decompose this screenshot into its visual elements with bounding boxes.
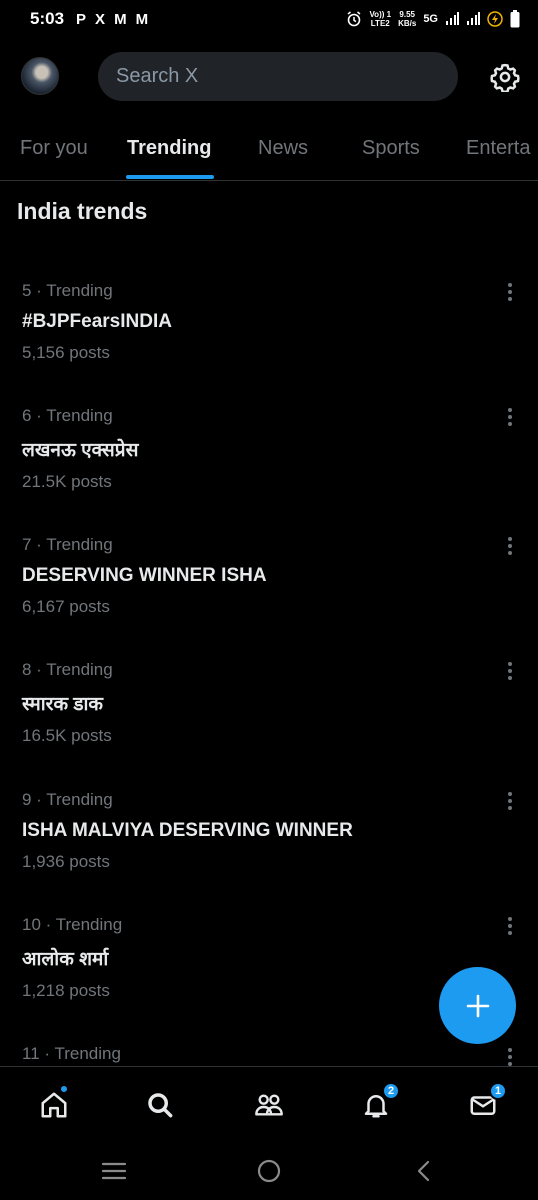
trend-rank: 9 · Trending (22, 790, 113, 809)
status-app-icons: P X M M (76, 11, 148, 28)
plus-icon (466, 994, 489, 1017)
more-options-icon[interactable] (500, 660, 520, 682)
volte-indicator: Vo)) 1 LTE2 (369, 10, 392, 28)
trend-rank: 6 · Trending (22, 406, 113, 425)
signal-icon (446, 12, 459, 25)
nav-search[interactable] (140, 1085, 180, 1125)
nav-notifications[interactable]: 2 (356, 1082, 400, 1125)
trend-name: ISHA MALVIYA DESERVING WINNER (22, 820, 353, 841)
trend-post-count: 16.5K posts (22, 726, 112, 745)
new-post-button[interactable] (439, 967, 516, 1044)
search-box[interactable] (98, 52, 458, 101)
more-options-icon[interactable] (500, 790, 520, 812)
trend-post-count: 21.5K posts (22, 472, 112, 491)
trend-post-count: 5,156 posts (22, 343, 110, 362)
network-speed: 9.55 KB/s (398, 10, 417, 28)
trend-item[interactable]: 8 · Trending स्मारक डाक 16.5K posts (0, 660, 538, 770)
trend-item[interactable]: 7 · Trending DESERVING WINNER ISHA 6,167… (0, 535, 538, 645)
trend-post-count: 1,936 posts (22, 852, 110, 871)
trend-rank: 10 · Trending (22, 915, 123, 934)
nav-messages[interactable]: 1 (463, 1082, 507, 1125)
circle-icon (257, 1159, 281, 1183)
trend-rank: 7 · Trending (22, 535, 113, 554)
more-options-icon[interactable] (500, 1046, 520, 1066)
trend-item[interactable]: 9 · Trending ISHA MALVIYA DESERVING WINN… (0, 790, 538, 900)
status-indicators: Vo)) 1 LTE2 9.55 KB/s 5G (346, 10, 520, 28)
chevron-left-icon (417, 1160, 430, 1182)
paytm-icon: P (76, 10, 87, 28)
more-options-icon[interactable] (500, 535, 520, 557)
trend-rank: 5 · Trending (22, 281, 113, 300)
tab-news[interactable]: News (258, 137, 308, 160)
trend-name: लखनऊ एक्सप्रेस (22, 440, 139, 461)
status-bar: 5:03 P X M M Vo)) 1 LTE2 9.55 KB/s 5G (0, 0, 538, 38)
active-tab-indicator (126, 175, 214, 179)
notifications-badge: 2 (382, 1082, 400, 1100)
gmail-icon: M (135, 10, 149, 28)
trend-rank: 8 · Trending (22, 660, 113, 679)
more-options-icon[interactable] (500, 915, 520, 937)
trend-post-count: 1,218 posts (22, 981, 110, 1000)
top-header (0, 38, 538, 116)
gmail-icon: M (114, 10, 127, 28)
search-icon (148, 1093, 173, 1118)
trend-name: DESERVING WINNER ISHA (22, 565, 267, 586)
alarm-icon (347, 11, 361, 27)
more-options-icon[interactable] (500, 406, 520, 428)
system-navigation-bar (0, 1142, 538, 1200)
trend-post-count: 6,167 posts (22, 597, 110, 616)
gear-icon (490, 63, 520, 92)
trend-item[interactable]: 5 · Trending #BJPFearsINDIA 5,156 posts (0, 281, 538, 391)
nav-communities[interactable] (249, 1085, 289, 1125)
x-app-icon: X (95, 10, 106, 28)
more-options-icon[interactable] (500, 281, 520, 303)
tab-entertainment[interactable]: Enterta (466, 137, 530, 160)
trend-name: #BJPFearsINDIA (22, 311, 172, 332)
signal-icon (467, 12, 480, 25)
back-button[interactable] (407, 1156, 441, 1186)
nav-home[interactable] (34, 1084, 74, 1125)
network-type: 5G (423, 13, 438, 25)
profile-avatar[interactable] (21, 57, 59, 95)
home-system-button[interactable] (252, 1156, 286, 1186)
trend-rank: 11 · Trending (22, 1044, 121, 1063)
recent-apps-button[interactable] (97, 1156, 131, 1186)
messages-badge: 1 (489, 1082, 507, 1100)
trend-name: स्मारक डाक (22, 694, 103, 715)
section-title: India trends (17, 198, 148, 224)
tab-sports[interactable]: Sports (362, 137, 420, 160)
battery-icon (510, 10, 520, 28)
battery-saver-icon (487, 11, 503, 27)
tab-for-you[interactable]: For you (20, 137, 88, 160)
search-input[interactable] (116, 65, 458, 88)
home-unread-dot (59, 1084, 69, 1094)
trend-item[interactable]: 6 · Trending लखनऊ एक्सप्रेस 21.5K posts (0, 406, 538, 516)
menu-lines-icon (101, 1162, 127, 1180)
tab-trending[interactable]: Trending (127, 137, 211, 160)
home-icon (41, 1092, 67, 1118)
trend-item[interactable]: 11 · Trending (0, 1044, 538, 1066)
explore-tabs: For you Trending News Sports Enterta (0, 124, 538, 181)
trend-name: आलोक शर्मा (22, 949, 109, 970)
communities-icon (255, 1094, 283, 1116)
settings-button[interactable] (488, 60, 522, 94)
status-time: 5:03 (30, 9, 65, 28)
bottom-nav: 2 1 (0, 1066, 538, 1142)
